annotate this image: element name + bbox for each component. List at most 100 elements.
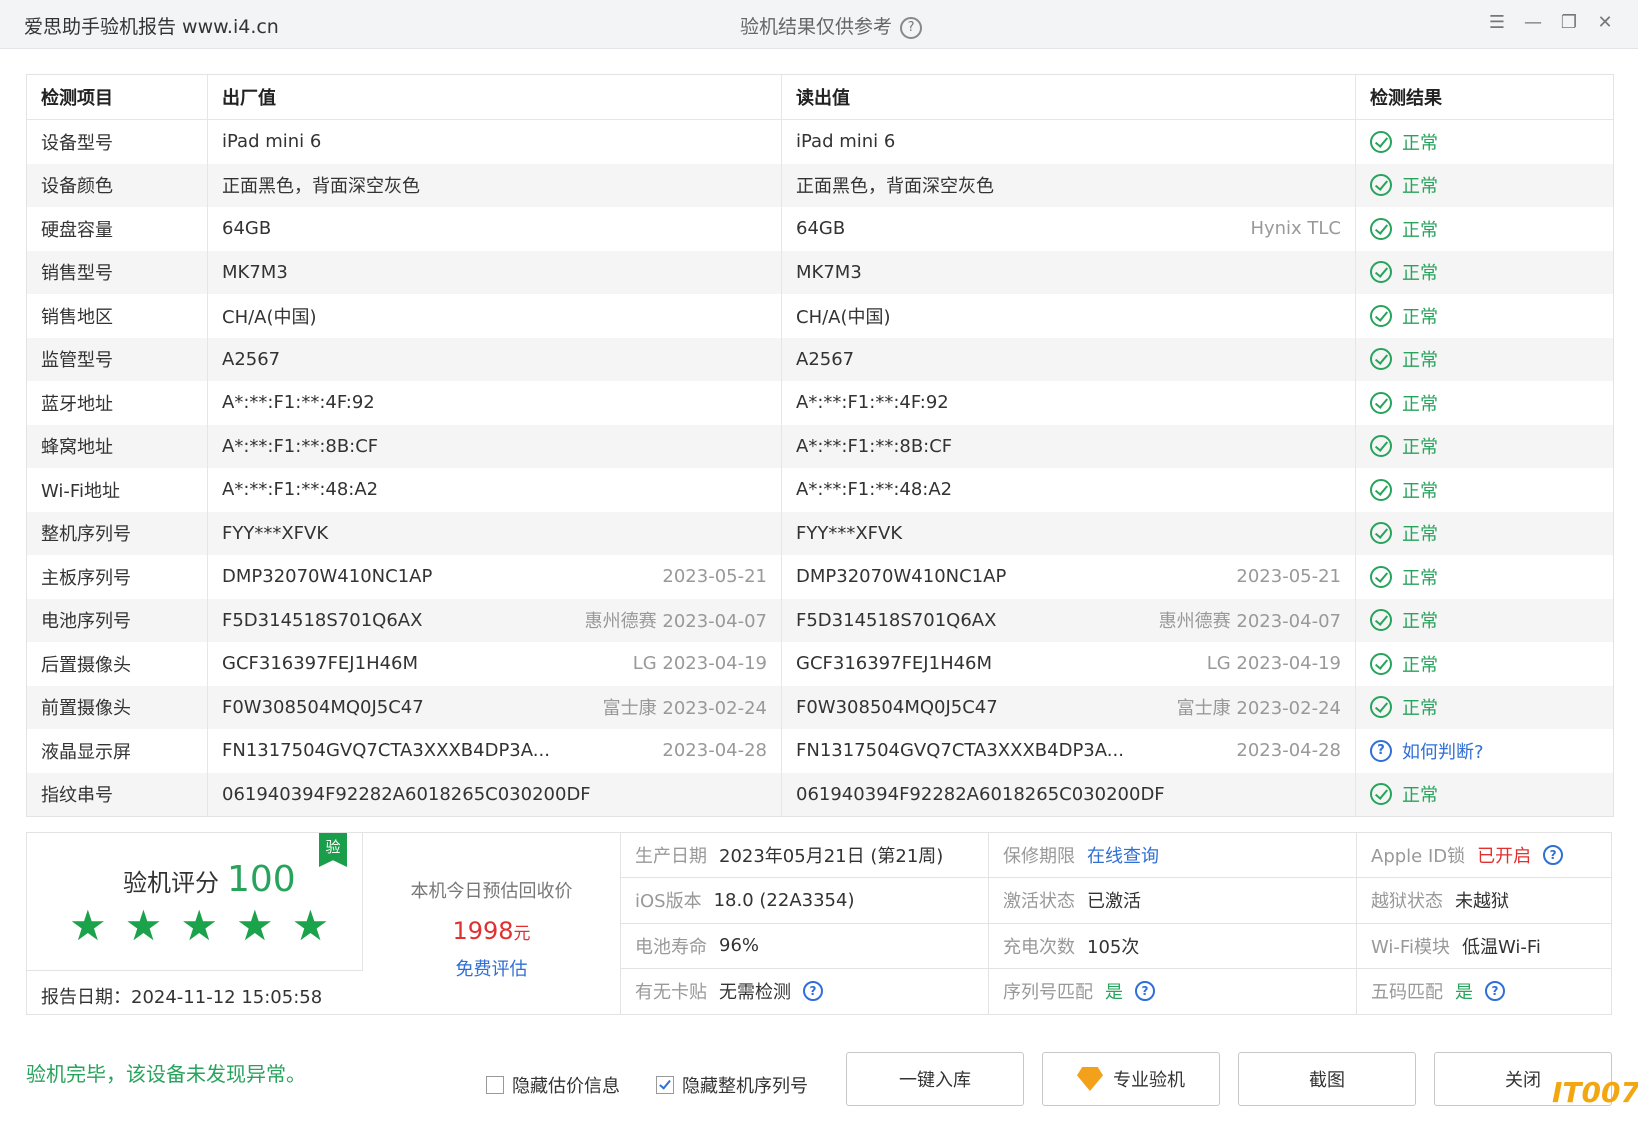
row-item: 液晶显示屏 <box>41 741 131 763</box>
factory-value: MK7M3 <box>207 250 781 294</box>
status-normal: 正常 <box>1370 607 1438 633</box>
status-normal: 正常 <box>1370 390 1438 416</box>
info-label: 保修期限 <box>1003 846 1075 868</box>
result-text: 正常 <box>1402 393 1438 415</box>
result-cell: 正常 <box>1355 772 1611 816</box>
hide-price-checkbox[interactable]: 隐藏估价信息 <box>486 1072 620 1098</box>
pro-check-button[interactable]: 专业验机 <box>1042 1052 1220 1106</box>
result-text: 正常 <box>1402 567 1438 589</box>
score-box: 验 验机评分 100 ★ ★ ★ ★ ★ <box>27 833 363 971</box>
read-text: MK7M3 <box>796 261 862 283</box>
title-bar: 爱思助手验机报告 www.i4.cn 验机结果仅供参考? ☰ — ❐ ✕ <box>0 0 1638 49</box>
info-row: 电池寿命 96% 充电次数 105次 Wi-Fi模块 低温Wi-Fi <box>621 923 1611 969</box>
info-cell: 充电次数 105次 <box>989 923 1357 968</box>
factory-value: 061940394F92282A6018265C030200DF <box>207 772 781 816</box>
minimize-icon[interactable]: — <box>1524 12 1542 34</box>
checkbox-label: 隐藏估价信息 <box>512 1076 620 1097</box>
status-normal: 正常 <box>1370 259 1438 285</box>
table-row: 设备颜色 正面黑色，背面深空灰色 正面黑色，背面深空灰色 正常 <box>27 163 1613 207</box>
result-text: 正常 <box>1402 480 1438 502</box>
help-icon[interactable]: ? <box>803 981 823 1002</box>
factory-text: F0W308504MQ0J5C47 <box>222 696 424 718</box>
hide-serial-checkbox[interactable]: 隐藏整机序列号 <box>656 1072 808 1098</box>
status-normal: 正常 <box>1370 216 1438 242</box>
star-icon: ★ <box>69 901 107 950</box>
factory-text: F5D314518S701Q6AX <box>222 609 423 631</box>
help-icon[interactable]: ? <box>1485 981 1505 1002</box>
info-row: 有无卡贴 无需检测? 序列号匹配是? 五码匹配是? <box>621 968 1611 1014</box>
help-icon[interactable]: ? <box>900 16 923 39</box>
info-cell: 保修期限 在线查询 <box>989 833 1357 878</box>
status-normal: 正常 <box>1370 477 1438 503</box>
status-normal: 正常 <box>1370 346 1438 372</box>
row-item: 指纹串号 <box>41 785 113 807</box>
menu-icon[interactable]: ☰ <box>1488 12 1506 34</box>
info-label: 有无卡贴 <box>635 982 707 1004</box>
row-item: 设备型号 <box>41 132 113 154</box>
factory-value: FYY***XFVK <box>207 511 781 555</box>
free-evaluate-link[interactable]: 免费评估 <box>363 955 620 981</box>
factory-value: 64GB <box>207 207 781 251</box>
result-text: 正常 <box>1402 263 1438 285</box>
result-cell: 正常 <box>1355 468 1611 512</box>
table-row: 蓝牙地址 A*:**:F1:**:4F:92 A*:**:F1:**:4F:92 正常 <box>27 381 1613 425</box>
factory-text: 正面黑色，背面深空灰色 <box>222 176 420 198</box>
how-to-judge-link[interactable]: ? 如何判断? <box>1370 738 1484 764</box>
detection-table: 检测项目 出厂值 读出值 检测结果 设备型号 iPad mini 6 iPad mi… <box>26 74 1614 817</box>
screenshot-button[interactable]: 截图 <box>1238 1052 1416 1106</box>
table-row: 后置摄像头 GCF316397FEJ1H46M LG 2023-04-19 GCF31… <box>27 642 1613 686</box>
factory-value: GCF316397FEJ1H46M LG 2023-04-19 <box>207 642 781 686</box>
table-row: 监管型号 A2567 A2567 正常 <box>27 337 1613 381</box>
read-value: MK7M3 <box>781 250 1355 294</box>
info-label: 序列号匹配 <box>1003 982 1093 1004</box>
factory-text: FN1317504GVQ7CTA3XXXB4DP3A... <box>222 740 550 762</box>
close-icon[interactable]: ✕ <box>1596 12 1614 34</box>
read-value: A*:**:F1:**:4F:92 <box>781 381 1355 425</box>
info-label: iOS版本 <box>635 891 702 913</box>
star-rating: ★ ★ ★ ★ ★ <box>69 905 329 947</box>
row-item: 销售型号 <box>41 263 113 285</box>
info-cell: 生产日期 2023年05月21日 (第21周) <box>621 833 989 878</box>
info-cell: 越狱状态 未越狱 <box>1357 878 1611 922</box>
factory-value: F5D314518S701Q6AX 惠州德赛 2023-04-07 <box>207 598 781 642</box>
read-value: 正面黑色，背面深空灰色 <box>781 163 1355 207</box>
result-text: 如何判断? <box>1402 741 1484 763</box>
factory-value: A*:**:F1:**:8B:CF <box>207 424 781 468</box>
result-cell: ? 如何判断? <box>1355 729 1611 773</box>
verified-badge: 验 <box>319 833 347 867</box>
result-text: 正常 <box>1402 611 1438 633</box>
pro-check-label: 专业验机 <box>1113 1070 1185 1091</box>
status-normal: 正常 <box>1370 564 1438 590</box>
app-title: 爱思助手验机报告 www.i4.cn <box>24 16 279 38</box>
result-text: 正常 <box>1402 219 1438 241</box>
help-icon[interactable]: ? <box>1135 981 1155 1002</box>
checkbox-box[interactable] <box>486 1076 504 1094</box>
result-cell: 正常 <box>1355 250 1611 294</box>
help-icon[interactable]: ? <box>1543 845 1564 866</box>
checkbox-box-checked[interactable] <box>656 1076 674 1094</box>
read-text: DMP32070W410NC1AP <box>796 566 1007 588</box>
row-item: Wi-Fi地址 <box>41 480 120 502</box>
info-cell: 五码匹配是? <box>1357 969 1611 1014</box>
import-button[interactable]: 一键入库 <box>846 1052 1024 1106</box>
read-value: A*:**:F1:**:48:A2 <box>781 468 1355 512</box>
factory-value: A*:**:F1:**:48:A2 <box>207 468 781 512</box>
disclaimer-note: 验机结果仅供参考? <box>740 12 923 39</box>
row-item: 电池序列号 <box>41 611 131 633</box>
result-text: 正常 <box>1402 698 1438 720</box>
result-text: 正常 <box>1402 176 1438 198</box>
check-circle-icon <box>1370 217 1392 240</box>
price-box: 本机今日预估回收价 1998元 免费评估 <box>363 833 621 1014</box>
header-result: 检测结果 <box>1355 75 1611 119</box>
factory-note: 富士康 2023-02-24 <box>602 698 767 720</box>
row-item: 设备颜色 <box>41 176 113 198</box>
restore-icon[interactable]: ❐ <box>1560 12 1578 34</box>
info-value[interactable]: 在线查询 <box>1087 842 1159 868</box>
read-text: F0W308504MQ0J5C47 <box>796 696 998 718</box>
factory-value: F0W308504MQ0J5C47 富士康 2023-02-24 <box>207 685 781 729</box>
read-value: A2567 <box>781 337 1355 381</box>
read-value: A*:**:F1:**:8B:CF <box>781 424 1355 468</box>
info-label: 充电次数 <box>1003 936 1075 958</box>
read-value: CH/A(中国) <box>781 294 1355 338</box>
result-cell: 正常 <box>1355 511 1611 555</box>
